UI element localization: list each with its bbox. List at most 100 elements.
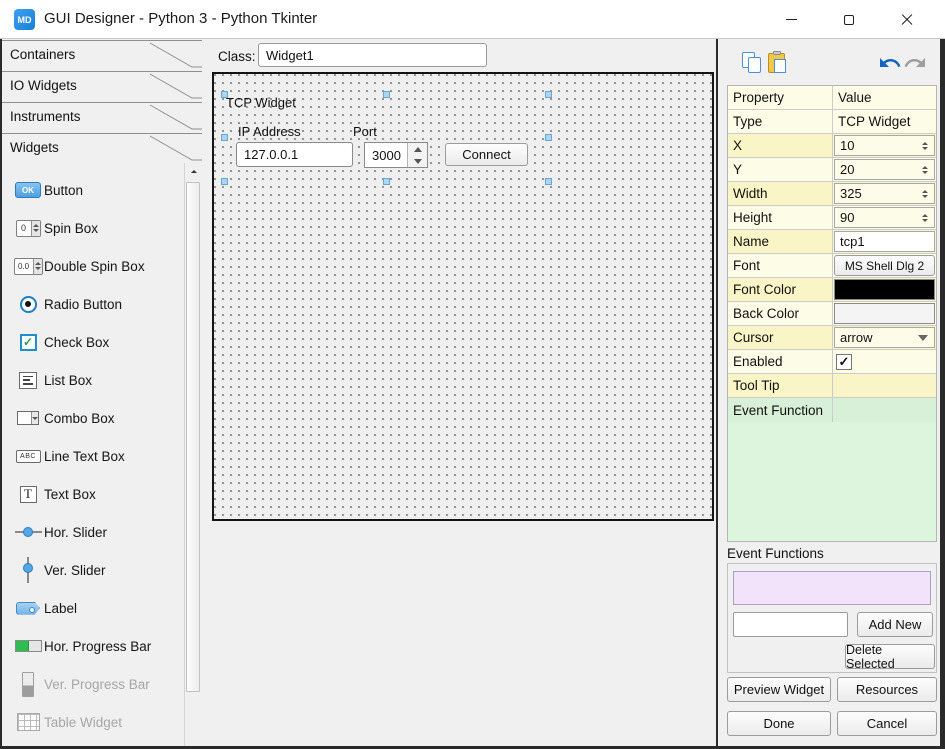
resize-handle-bottom-right[interactable] <box>545 178 552 185</box>
preview-widget-button[interactable]: Preview Widget <box>727 677 831 702</box>
port-spin-down-icon[interactable] <box>408 155 427 167</box>
ip-address-input[interactable] <box>236 142 353 167</box>
palette-item-label: Ver. Slider <box>44 563 106 578</box>
font-button[interactable]: MS Shell Dlg 2 <box>834 255 935 276</box>
palette-item-spin-box[interactable]: 0 Spin Box <box>2 209 184 247</box>
resize-handle-top-left[interactable] <box>221 91 228 98</box>
property-row-event-function: Event Function <box>728 398 936 422</box>
check-box-icon: ✓ <box>14 329 42 355</box>
property-row-font-color: Font Color <box>728 278 936 302</box>
palette-item-label: Ver. Progress Bar <box>44 677 150 692</box>
design-canvas[interactable]: TCP Widget IP Address Port 3000 Connect <box>212 72 714 521</box>
palette-item-label: Label <box>44 601 77 616</box>
class-name-input[interactable] <box>258 43 487 67</box>
ver-progress-icon <box>14 671 42 697</box>
done-button[interactable]: Done <box>727 711 831 736</box>
x-spinbox[interactable]: 10 <box>834 135 935 156</box>
properties-pane: Property Value Type TCP Widget X 10 Y 20… <box>718 40 940 749</box>
paste-button[interactable] <box>766 51 790 75</box>
palette-item-radio-button[interactable]: Radio Button <box>2 285 184 323</box>
resize-handle-top-right[interactable] <box>545 91 552 98</box>
resources-button[interactable]: Resources <box>837 677 937 702</box>
event-functions-listbox[interactable] <box>733 571 931 605</box>
delete-selected-button[interactable]: Delete Selected <box>845 644 935 669</box>
section-io-widgets[interactable]: IO Widgets <box>2 71 202 102</box>
ip-address-label: IP Address <box>238 124 301 139</box>
tool-tip-value[interactable] <box>833 374 936 397</box>
window-border-left <box>0 39 2 749</box>
palette-item-label: Table Widget <box>44 715 122 730</box>
resize-handle-mid-left[interactable] <box>221 134 228 141</box>
palette-scrollbar[interactable] <box>184 163 201 749</box>
property-row-y: Y 20 <box>728 158 936 182</box>
section-containers[interactable]: Containers <box>2 40 202 71</box>
palette-item-double-spin-box[interactable]: 0.0 Double Spin Box <box>2 247 184 285</box>
maximize-button[interactable] <box>826 0 872 39</box>
resize-handle-mid-right[interactable] <box>545 134 552 141</box>
width-spinbox[interactable]: 325 <box>834 183 935 204</box>
table-widget-icon <box>14 709 42 735</box>
copy-button[interactable] <box>740 51 764 75</box>
event-function-area[interactable] <box>727 422 937 542</box>
section-widgets[interactable]: Widgets <box>2 133 202 164</box>
close-icon <box>901 14 913 26</box>
scrollbar-thumb[interactable] <box>186 182 200 692</box>
cancel-button[interactable]: Cancel <box>837 711 937 736</box>
y-spinbox[interactable]: 20 <box>834 159 935 180</box>
combo-box-icon <box>14 405 42 431</box>
palette-item-label: Button <box>44 183 83 198</box>
class-label: Class: <box>218 49 256 64</box>
tab-edge-decoration <box>2 134 202 165</box>
palette-item-check-box[interactable]: ✓ Check Box <box>2 323 184 361</box>
tcp-widget-selection[interactable]: TCP Widget IP Address Port 3000 Connect <box>224 94 549 182</box>
palette-item-hor-progress-bar[interactable]: Hor. Progress Bar <box>2 627 184 665</box>
resize-handle-bottom-mid[interactable] <box>383 178 390 185</box>
property-row-font: Font MS Shell Dlg 2 <box>728 254 936 278</box>
maximize-icon <box>844 15 854 25</box>
port-spinbox[interactable]: 3000 <box>364 142 428 168</box>
ver-slider-icon <box>14 557 42 583</box>
property-row-x: X 10 <box>728 134 936 158</box>
scroll-up-icon[interactable] <box>185 163 202 180</box>
redo-button[interactable] <box>903 51 927 75</box>
connect-button[interactable]: Connect <box>445 143 528 166</box>
port-spin-up-icon[interactable] <box>408 143 427 155</box>
font-color-swatch[interactable] <box>834 279 935 300</box>
property-row-back-color: Back Color <box>728 302 936 326</box>
palette-item-label-widget[interactable]: Label <box>2 589 184 627</box>
name-input[interactable] <box>834 231 935 252</box>
palette-item-combo-box[interactable]: Combo Box <box>2 399 184 437</box>
height-spinbox[interactable]: 90 <box>834 207 935 228</box>
resize-handle-top-mid[interactable] <box>383 91 390 98</box>
tab-edge-decoration <box>2 72 202 103</box>
palette-item-line-text-box[interactable]: ABC Line Text Box <box>2 437 184 475</box>
event-functions-label: Event Functions <box>727 546 824 561</box>
palette-item-text-box[interactable]: T Text Box <box>2 475 184 513</box>
column-header-value: Value <box>833 86 936 109</box>
palette-item-label: Hor. Slider <box>44 525 107 540</box>
event-function-value[interactable] <box>833 398 936 422</box>
palette-item-label: Text Box <box>44 487 96 502</box>
add-new-button[interactable]: Add New <box>857 612 933 637</box>
enabled-checkbox[interactable]: ✓ <box>836 354 852 370</box>
pane-splitter[interactable] <box>716 39 718 749</box>
resize-handle-bottom-left[interactable] <box>221 178 228 185</box>
palette-item-label: Hor. Progress Bar <box>44 639 151 654</box>
property-row-cursor: Cursor arrow <box>728 326 936 350</box>
text-box-icon: T <box>14 481 42 507</box>
palette-item-hor-slider[interactable]: Hor. Slider <box>2 513 184 551</box>
back-color-swatch[interactable] <box>834 303 935 324</box>
cursor-dropdown[interactable]: arrow <box>834 327 935 348</box>
spin-box-icon: 0 <box>14 215 42 241</box>
undo-button[interactable] <box>878 51 902 75</box>
minimize-button[interactable] <box>768 0 814 39</box>
palette-item-button[interactable]: OK Button <box>2 171 184 209</box>
palette-item-ver-slider[interactable]: Ver. Slider <box>2 551 184 589</box>
new-event-function-input[interactable] <box>733 612 848 637</box>
palette-item-list-box[interactable]: List Box <box>2 361 184 399</box>
section-instruments[interactable]: Instruments <box>2 102 202 133</box>
line-text-box-icon: ABC <box>14 443 42 469</box>
port-label: Port <box>353 124 377 139</box>
undo-icon <box>878 51 902 75</box>
close-button[interactable] <box>884 0 930 39</box>
